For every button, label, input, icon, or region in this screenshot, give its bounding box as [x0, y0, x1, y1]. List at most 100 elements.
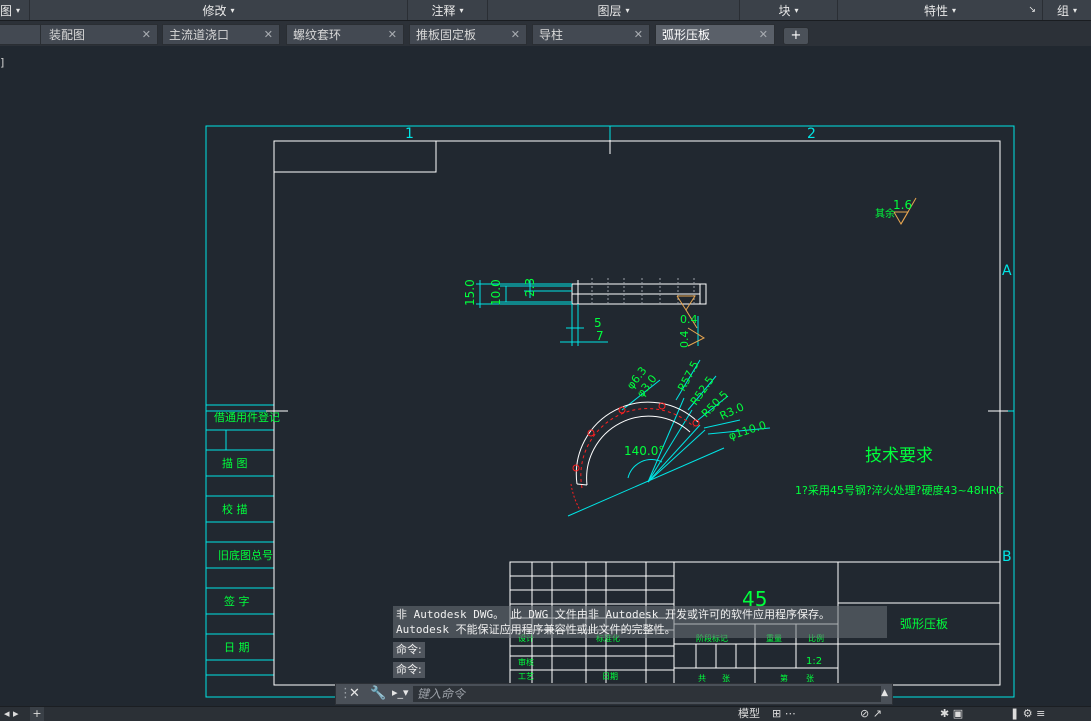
ribbon-group-modify[interactable]: 修改 ▾ [30, 0, 408, 20]
ribbon-panel: 图 ▾ 修改 ▾ 注释 ▾ 图层 ▾ 块 ▾ 特性 ▾ ↘ 组 ▾ [0, 0, 1091, 21]
chevron-down-icon: ▾ [794, 5, 799, 15]
dim-text: 15.0 [463, 279, 477, 306]
ribbon-label: 特性 [923, 3, 948, 18]
close-icon[interactable]: ✕ [634, 28, 643, 41]
dialog-launcher-icon[interactable]: ↘ [1028, 5, 1036, 15]
settings-icon[interactable]: ❚ ⚙ ≡ [1010, 707, 1045, 721]
workspace-icon[interactable]: ✱ ▣ [940, 707, 963, 721]
roughness-mark-icon [676, 295, 696, 311]
tab-label: 弧形压板 [662, 28, 711, 42]
command-history-line: 命令: [393, 642, 425, 658]
grid-icon[interactable]: ⊞ ⋯ [772, 707, 796, 721]
close-icon[interactable]: ✕ [264, 28, 273, 41]
close-icon[interactable]: ✕ [142, 28, 151, 41]
model-space-button[interactable]: 模型 [738, 707, 760, 721]
command-line-bar: ⋮ ✕ 🔧 ▸_▾ ▲ [335, 683, 893, 705]
add-layout-button[interactable]: + [30, 707, 44, 721]
chevron-up-icon[interactable]: ▲ [881, 688, 888, 698]
wrench-icon[interactable]: 🔧 [370, 686, 386, 701]
left-column-text: 旧底图总号 [218, 548, 273, 562]
ribbon-group-properties[interactable]: 特性 ▾ ↘ [838, 0, 1043, 20]
arc-centerline [570, 483, 581, 511]
zone-label: 1 [405, 126, 414, 142]
dim-text: 0.4 [678, 331, 691, 349]
left-column-text: 签 字 [224, 594, 250, 608]
chevron-down-icon: ▾ [16, 5, 21, 15]
zone-label: B [1002, 549, 1012, 565]
close-icon[interactable]: ✕ [349, 686, 360, 701]
left-column-text: 描 图 [222, 456, 248, 470]
roughness-mark-icon [893, 211, 909, 225]
dim-text: 5 [594, 316, 602, 330]
tab-sprue[interactable]: 主流道浇口 ✕ [162, 24, 280, 45]
dim-text: 2.3 [523, 278, 537, 297]
ribbon-label: 块 [778, 3, 791, 18]
chevron-down-icon: ▾ [952, 5, 957, 15]
title-block-label: 工艺 [518, 672, 534, 681]
chevron-down-icon: ▾ [459, 5, 464, 15]
status-bar: ◂ ▸ + 模型 ⊞ ⋯ ⊘ ↗ ✱ ▣ ❚ ⚙ ≡ [0, 706, 1091, 721]
layout-nav-icon[interactable]: ◂ ▸ [4, 707, 19, 721]
chevron-down-icon: ▾ [1073, 5, 1078, 15]
tab-thread-ring[interactable]: 螺纹套环 ✕ [286, 24, 404, 45]
tab-guide-pillar[interactable]: 导柱 ✕ [532, 24, 650, 45]
ribbon-group-block[interactable]: 块 ▾ [740, 0, 838, 20]
ribbon-label: 注释 [431, 3, 456, 18]
title-block-label: 审核 [518, 657, 534, 667]
tab-label: 推板固定板 [416, 28, 477, 42]
tech-requirements-title: 技术要求 [865, 446, 933, 466]
dim-text: 0.4 [680, 313, 698, 326]
ribbon-group-annotate[interactable]: 注释 ▾ [408, 0, 488, 20]
ribbon-group-draw[interactable]: 图 ▾ [0, 0, 30, 20]
chevron-down-icon: ▾ [230, 5, 235, 15]
arc-plate-end [576, 483, 588, 486]
zone-label: A [1002, 263, 1012, 279]
left-column-text: 日 期 [224, 641, 250, 654]
hole-mark [692, 419, 700, 427]
dim-text: 140.0° [624, 444, 664, 458]
tab-label: 装配图 [49, 28, 86, 42]
new-tab-button[interactable]: + [783, 27, 809, 45]
command-message-line: 非 Autodesk DWG。 此 DWG 文件由非 Autodesk 开发或许… [396, 608, 831, 621]
tab-label: 螺纹套环 [293, 28, 342, 42]
command-history-line: 命令: [393, 662, 425, 678]
dim-base-line [567, 447, 725, 517]
tab-assembly[interactable]: 装配图 ✕ [40, 24, 158, 45]
roughness-prefix: 其余 [875, 207, 895, 220]
part-name-text: 弧形压板 [900, 617, 948, 631]
ribbon-label: 图层 [597, 3, 622, 18]
command-message: 非 Autodesk DWG。 此 DWG 文件由非 Autodesk 开发或许… [393, 606, 887, 638]
roughness-value: 1.6 [893, 198, 912, 212]
ribbon-group-layers[interactable]: 图层 ▾ [488, 0, 740, 20]
ribbon-label: 组 [1056, 3, 1069, 18]
left-column-text: 借通用件登记 [214, 410, 280, 424]
tech-requirements-line: 1?采用45号钢?淬火处理?硬度43~48HRC [795, 483, 1004, 497]
chevron-down-icon: ▾ [625, 5, 630, 15]
ribbon-label: 修改 [202, 3, 227, 18]
close-icon[interactable]: ✕ [388, 28, 397, 41]
command-message-line: Autodesk 不能保证应用程序兼容性或此文件的完整性。 [396, 623, 676, 636]
scale-text: 1:2 [806, 656, 822, 667]
dim-text: φ110.0 [727, 419, 768, 443]
close-icon[interactable]: ✕ [511, 28, 520, 41]
file-tab-bar: ✕ 装配图 ✕ 主流道浇口 ✕ 螺纹套环 ✕ 推板固定板 ✕ 导柱 ✕ 弧形压板 ✕ [0, 21, 1091, 46]
zone-label: 2 [807, 126, 816, 142]
left-column-text: 校 描 [222, 502, 248, 516]
tab-label: 主流道浇口 [169, 28, 230, 42]
close-icon[interactable]: ✕ [759, 28, 768, 41]
dim-text: 7 [596, 329, 604, 343]
title-block-label: 日期 [602, 672, 618, 681]
dim-text: 10.0 [489, 279, 503, 306]
snap-icon[interactable]: ⊘ ↗ [860, 707, 882, 721]
title-block-label: 第 [780, 673, 788, 683]
command-prompt-icon[interactable]: ▸_▾ [392, 686, 409, 699]
command-input[interactable] [413, 686, 881, 702]
tab-label: 导柱 [539, 28, 564, 42]
title-block-label: 张 [806, 674, 814, 683]
title-block-label: 张 [722, 674, 730, 683]
ribbon-group-groups[interactable]: 组 ▾ [1043, 0, 1091, 20]
tab-arc-plate[interactable]: 弧形压板 ✕ [655, 24, 775, 45]
tab-push-plate[interactable]: 推板固定板 ✕ [409, 24, 527, 45]
radius-leader [647, 397, 685, 483]
code-box [274, 141, 437, 173]
